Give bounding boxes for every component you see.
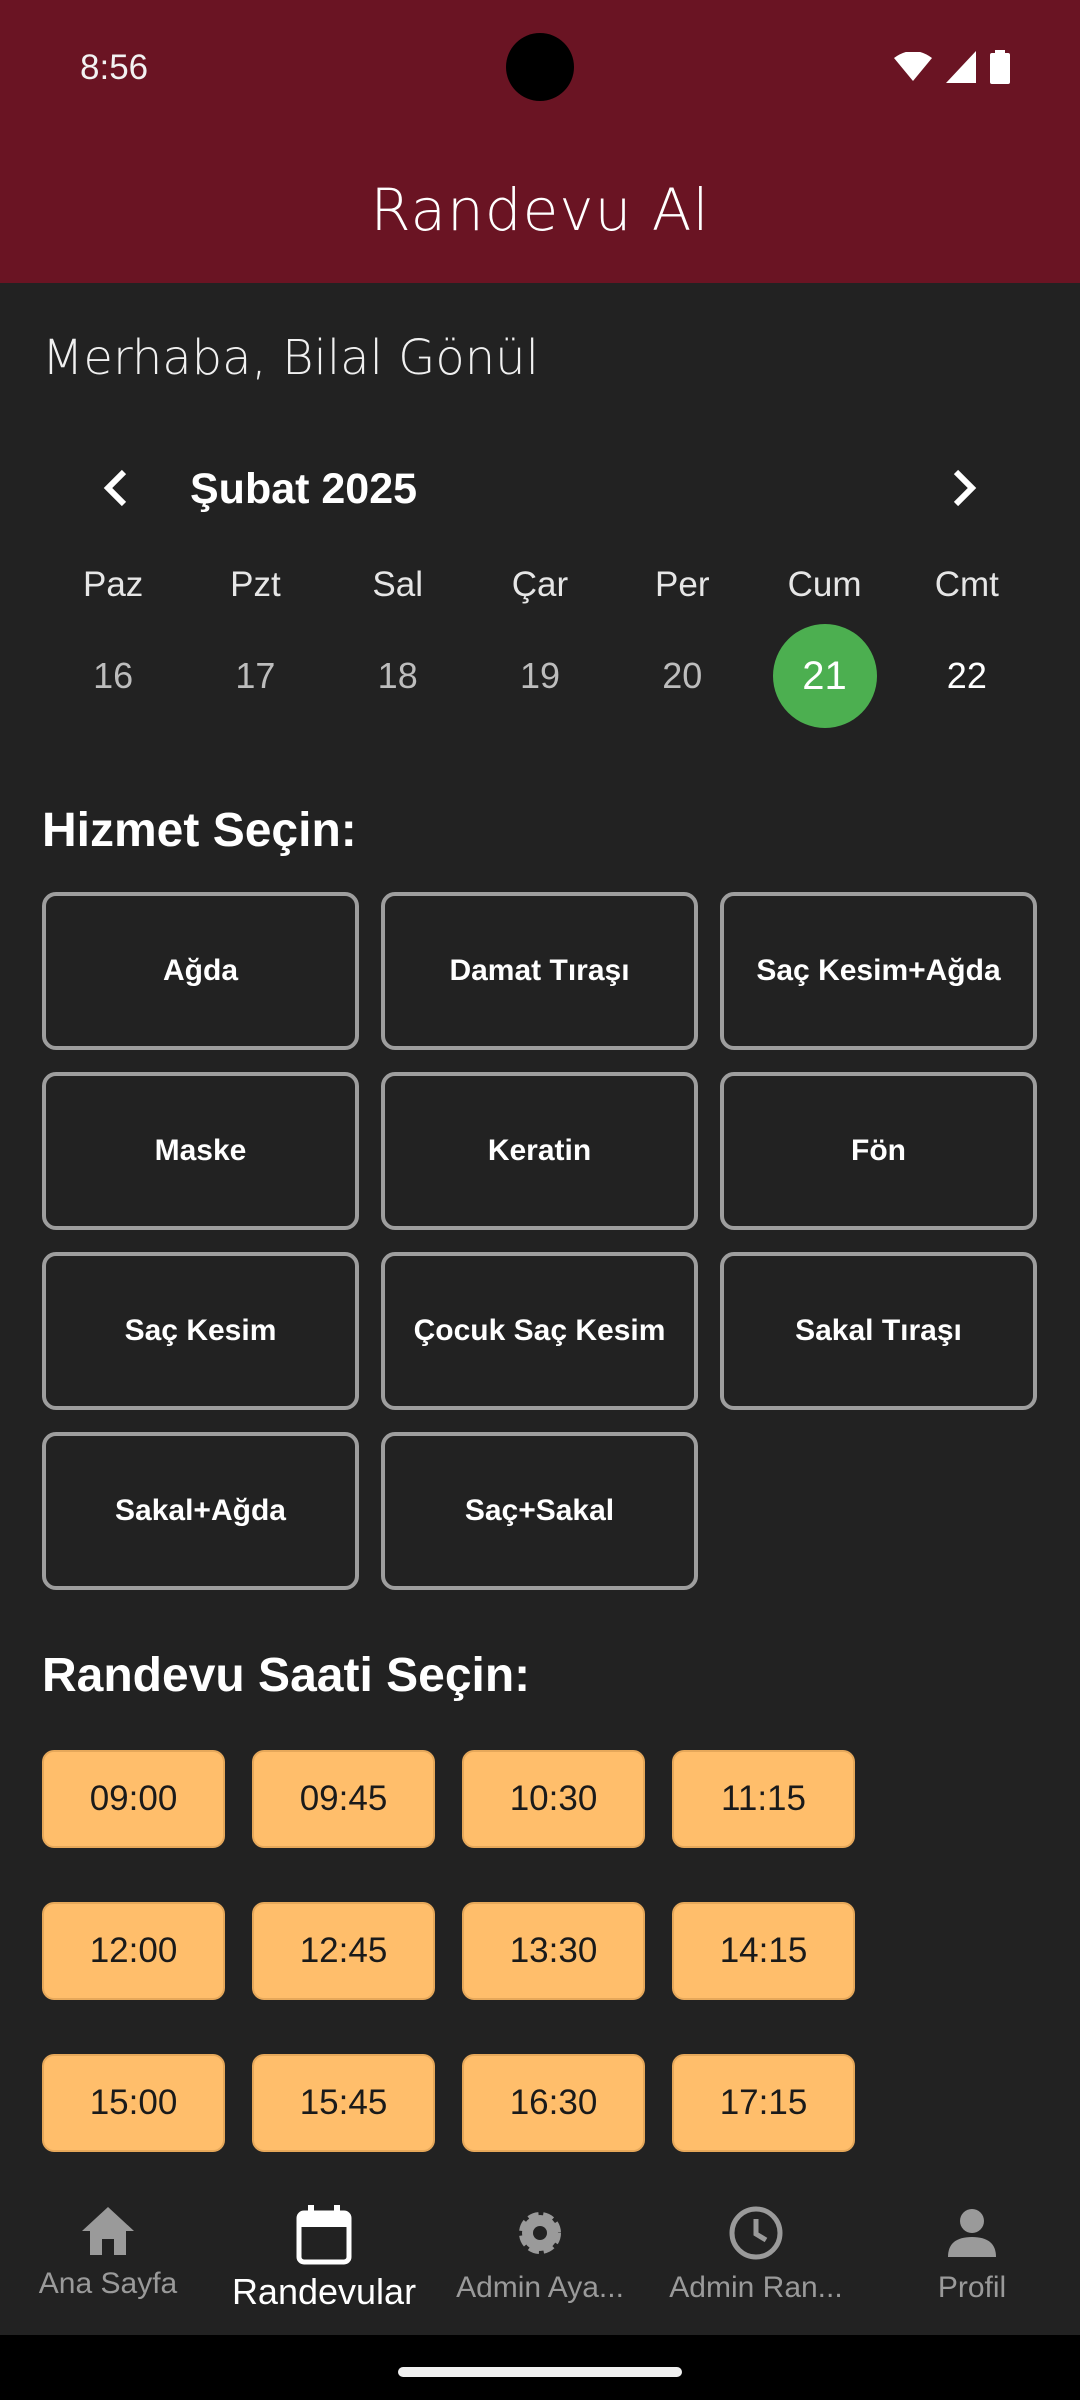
day-number: 22 (946, 655, 987, 696)
weekday-label: Paz (82, 565, 144, 604)
day-number: 16 (93, 655, 134, 696)
previous-month-button[interactable] (94, 466, 138, 510)
calendar-day[interactable]: 19 (469, 624, 611, 728)
chevron-left-icon (103, 469, 127, 507)
time-slot-button[interactable]: 12:00 (42, 1902, 225, 2000)
clock-icon (729, 2206, 783, 2260)
calendar-icon (296, 2205, 352, 2265)
day-number: 20 (662, 655, 703, 696)
time-slot-button[interactable]: 09:00 (42, 1750, 225, 1848)
time-slot-button[interactable]: 09:45 (252, 1750, 435, 1848)
person-icon (948, 2209, 996, 2257)
service-button[interactable]: Sakal Tıraşı (720, 1252, 1037, 1410)
calendar-day-selected[interactable]: 21 (753, 624, 895, 728)
weekday-label: Pzt (230, 565, 281, 604)
weekday-label: Sal (372, 565, 423, 604)
day-number: 17 (235, 655, 276, 696)
home-gesture-handle[interactable] (398, 2367, 682, 2377)
calendar-month-label: Şubat 2025 (190, 465, 418, 513)
bottom-navigation: Ana Sayfa Randevular Admin Aya... Admin … (0, 2183, 1080, 2335)
nav-item-admin-settings[interactable]: Admin Aya... (432, 2183, 648, 2335)
time-slot-button[interactable]: 13:30 (462, 1902, 645, 2000)
time-slot-button[interactable]: 10:30 (462, 1750, 645, 1848)
nav-label: Admin Ran... (669, 2271, 843, 2304)
service-button[interactable]: Ağda (42, 892, 359, 1050)
time-slot-button[interactable]: 14:15 (672, 1902, 855, 2000)
day-number: 18 (377, 655, 418, 696)
service-button[interactable]: Keratin (381, 1072, 698, 1230)
time-slot-grid: 09:00 09:45 10:30 11:15 12:00 12:45 13:3… (42, 1750, 882, 2152)
nav-item-profile[interactable]: Profil (864, 2183, 1080, 2335)
time-slot-button[interactable]: 17:15 (672, 2054, 855, 2152)
nav-label: Randevular (231, 2271, 417, 2312)
service-grid: Ağda Damat Tıraşı Saç Kesim+Ağda Maske K… (42, 892, 1039, 1590)
nav-item-home[interactable]: Ana Sayfa (0, 2183, 216, 2335)
home-icon (82, 2207, 134, 2255)
app-bar: 8:56 Randevu Al (0, 0, 1080, 283)
calendar-day[interactable]: 16 (42, 624, 184, 728)
time-slot-button[interactable]: 12:45 (252, 1902, 435, 2000)
gear-icon (519, 2212, 561, 2254)
nav-label: Profil (937, 2271, 1007, 2304)
calendar-day[interactable]: 18 (327, 624, 469, 728)
time-slot-button[interactable]: 15:45 (252, 2054, 435, 2152)
status-icons (894, 50, 1010, 84)
next-month-button[interactable] (942, 466, 986, 510)
service-button[interactable]: Maske (42, 1072, 359, 1230)
calendar-day[interactable]: 22 (896, 624, 1038, 728)
system-gesture-bar (0, 2335, 1080, 2400)
service-button[interactable]: Damat Tıraşı (381, 892, 698, 1050)
service-button[interactable]: Saç Kesim+Ağda (720, 892, 1037, 1050)
day-number: 21 (802, 653, 847, 698)
weekday-label: Çar (511, 565, 569, 604)
calendar-day[interactable]: 17 (184, 624, 326, 728)
camera-cutout (506, 33, 574, 101)
service-button[interactable]: Çocuk Saç Kesim (381, 1252, 698, 1410)
services-section-title: Hizmet Seçin: (42, 804, 357, 857)
nav-label: Admin Aya... (456, 2271, 624, 2304)
time-slot-button[interactable]: 15:00 (42, 2054, 225, 2152)
wifi-icon (894, 52, 932, 81)
day-row: 16 17 18 19 20 21 22 (42, 624, 1038, 728)
time-slot-button[interactable]: 16:30 (462, 2054, 645, 2152)
weekday-label: Per (655, 565, 710, 604)
weekday-row: Paz Pzt Sal Çar Per Cum Cmt (42, 565, 1038, 605)
time-slot-button[interactable]: 11:15 (672, 1750, 855, 1848)
service-button[interactable]: Saç+Sakal (381, 1432, 698, 1590)
service-button[interactable]: Fön (720, 1072, 1037, 1230)
greeting-text: Merhaba, Bilal Gönül (42, 330, 539, 386)
nav-item-admin-appointments[interactable]: Admin Ran... (648, 2183, 864, 2335)
weekday-label: Cmt (934, 565, 999, 604)
page-title: Randevu Al (370, 176, 710, 244)
day-number: 19 (519, 655, 560, 696)
signal-icon (946, 51, 976, 83)
time-section-title: Randevu Saati Seçin: (42, 1649, 531, 1702)
chevron-right-icon (953, 469, 977, 507)
nav-label: Ana Sayfa (38, 2267, 178, 2300)
weekday-label: Cum (787, 565, 862, 604)
battery-icon (990, 50, 1010, 84)
service-button[interactable]: Saç Kesim (42, 1252, 359, 1410)
calendar-day[interactable]: 20 (611, 624, 753, 728)
service-button[interactable]: Sakal+Ağda (42, 1432, 359, 1590)
status-time: 8:56 (80, 48, 149, 87)
nav-item-appointments[interactable]: Randevular (216, 2183, 432, 2335)
